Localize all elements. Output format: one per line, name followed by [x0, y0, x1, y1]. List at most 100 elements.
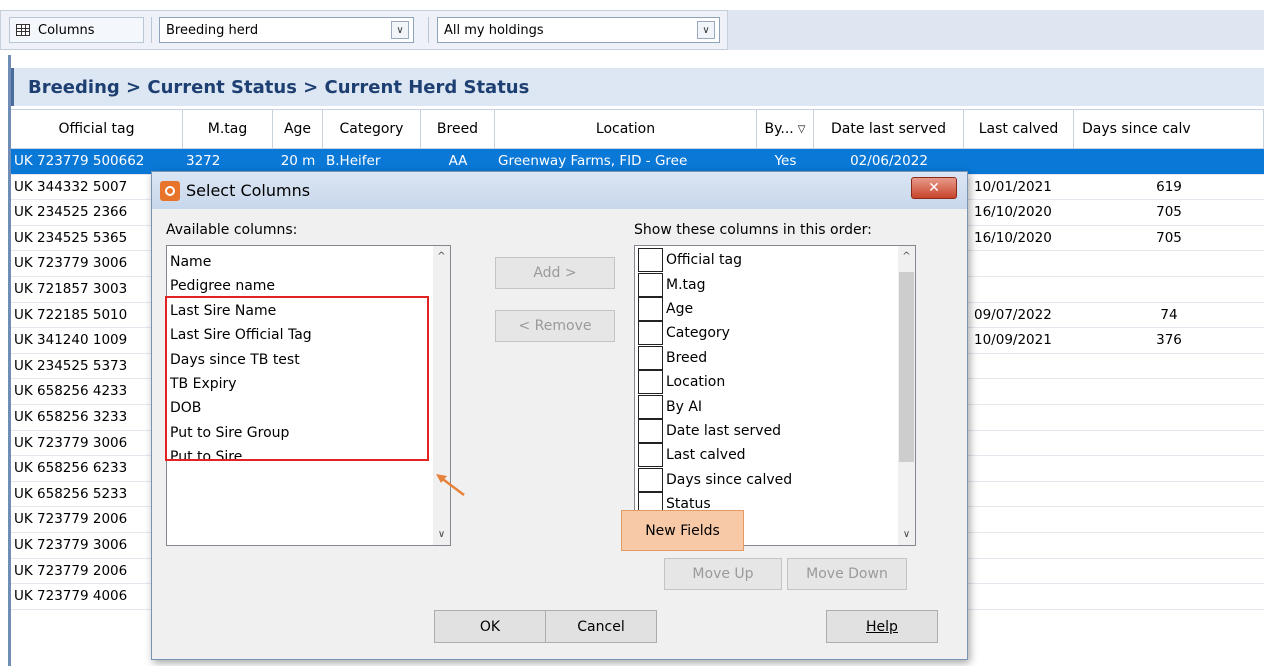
col-mtag[interactable]: M.tag — [183, 110, 273, 148]
chevron-down-icon[interactable]: ∨ — [697, 21, 715, 39]
new-fields-callout: New Fields — [621, 510, 744, 551]
list-item-label: Category — [666, 325, 730, 342]
list-item[interactable]: Official tag — [638, 248, 915, 273]
checkbox[interactable] — [638, 321, 663, 346]
scroll-up-icon[interactable]: ^ — [898, 248, 915, 265]
grid-icon — [16, 24, 30, 36]
herd-combo[interactable]: Breeding herd ∨ — [159, 17, 414, 43]
scroll-thumb[interactable] — [899, 272, 914, 462]
breadcrumb: Breeding > Current Status > Current Herd… — [11, 68, 1264, 106]
list-item[interactable]: Date last served — [638, 418, 915, 443]
herd-combo-value: Breeding herd — [166, 22, 259, 38]
filter-icon[interactable]: ▽ — [798, 124, 806, 135]
chevron-down-icon[interactable]: ∨ — [391, 21, 409, 39]
table-cell: Yes — [774, 153, 797, 169]
grid-header: Official tag M.tag Age Category Breed Lo… — [11, 109, 1264, 149]
checkbox[interactable] — [638, 467, 663, 492]
add-button[interactable]: Add > — [495, 257, 615, 289]
checkbox[interactable] — [638, 248, 663, 273]
help-button[interactable]: Help — [826, 610, 938, 643]
col-category[interactable]: Category — [323, 110, 421, 148]
table-cell — [1074, 405, 1264, 430]
list-item[interactable]: Last calved — [638, 443, 915, 468]
table-cell: 10/01/2021 — [974, 178, 1052, 195]
columns-button[interactable]: Columns — [9, 17, 144, 43]
table-cell — [1074, 559, 1264, 584]
table-cell — [964, 482, 1074, 507]
list-item-label: By AI — [666, 398, 703, 415]
col-age[interactable]: Age — [273, 110, 323, 148]
ok-button[interactable]: OK — [434, 610, 546, 643]
checkbox[interactable] — [638, 394, 663, 419]
checkbox[interactable] — [638, 370, 663, 395]
close-button[interactable]: ✕ — [911, 177, 957, 199]
checkbox[interactable] — [638, 296, 663, 321]
col-breed[interactable]: Breed — [421, 110, 495, 148]
holdings-combo-value: All my holdings — [444, 22, 544, 38]
table-cell — [1074, 354, 1264, 379]
available-columns-label: Available columns: — [166, 222, 298, 238]
scroll-down-icon[interactable]: ∨ — [898, 526, 915, 543]
show-columns-label: Show these columns in this order: — [634, 222, 872, 238]
list-item[interactable]: By AI — [638, 394, 915, 419]
col-last-calved[interactable]: Last calved — [964, 110, 1074, 148]
toolbar-separator — [151, 17, 152, 43]
scroll-down-icon[interactable]: ∨ — [433, 526, 450, 543]
list-item[interactable]: Category — [638, 321, 915, 346]
shown-scrollbar[interactable]: ^ ∨ — [898, 246, 915, 545]
scroll-up-icon[interactable]: ^ — [433, 248, 450, 265]
col-days-since-calved[interactable]: Days since calv — [1074, 110, 1264, 148]
list-item-label: Official tag — [666, 252, 743, 269]
checkbox[interactable] — [638, 345, 663, 370]
table-cell — [964, 507, 1074, 532]
table-cell: UK 723779 500662 — [14, 153, 145, 169]
table-cell: 20 m — [280, 153, 316, 169]
checkbox[interactable] — [638, 272, 663, 297]
move-down-button[interactable]: Move Down — [787, 558, 907, 590]
remove-button[interactable]: < Remove — [495, 310, 615, 342]
dialog-title: Select Columns — [186, 181, 311, 200]
table-cell — [964, 456, 1074, 481]
table-cell: 74 — [1160, 306, 1178, 323]
table-cell: AA — [448, 153, 468, 169]
move-up-button[interactable]: Move Up — [664, 558, 782, 590]
list-item[interactable]: Breed — [638, 345, 915, 370]
columns-label: Columns — [38, 22, 95, 38]
list-item[interactable]: M.tag — [638, 272, 915, 297]
table-cell: 619 — [1156, 178, 1182, 195]
list-item-label: Date last served — [666, 422, 782, 439]
table-cell: 705 — [1156, 229, 1182, 246]
list-item[interactable]: Location — [638, 370, 915, 395]
table-cell — [964, 354, 1074, 379]
col-by-ai[interactable]: By... ▽ — [757, 110, 814, 148]
list-item-label: M.tag — [666, 276, 706, 293]
table-cell — [964, 405, 1074, 430]
col-date-last-served[interactable]: Date last served — [814, 110, 964, 148]
list-item[interactable]: Age — [638, 296, 915, 321]
checkbox[interactable] — [638, 418, 663, 443]
cancel-button[interactable]: Cancel — [545, 610, 657, 643]
available-scrollbar[interactable]: ^ ∨ — [433, 246, 450, 545]
col-location[interactable]: Location — [495, 110, 757, 148]
table-cell — [1074, 456, 1264, 481]
table-cell: 376 — [1156, 332, 1182, 349]
table-cell — [964, 379, 1074, 404]
table-cell: 16/10/2020 — [974, 229, 1052, 246]
col-official-tag[interactable]: Official tag — [11, 110, 183, 148]
list-item-label: Days since calved — [666, 471, 793, 488]
table-cell: 09/07/2022 — [974, 306, 1052, 323]
table-cell: Greenway Farms, FID - Gree — [498, 153, 688, 169]
toolbar: Columns Breeding herd ∨ All my holdings … — [0, 10, 728, 50]
arrow-icon — [436, 474, 465, 496]
dialog-title-bar[interactable]: Select Columns ✕ — [152, 172, 967, 209]
checkbox[interactable] — [638, 443, 663, 468]
table-cell: 3272 — [186, 153, 221, 169]
shown-columns-list[interactable]: Official tag M.tag Age Category Breed Locatio… — [634, 245, 916, 546]
holdings-combo[interactable]: All my holdings ∨ — [437, 17, 720, 43]
list-item[interactable]: Days since calved — [638, 467, 915, 492]
table-cell — [1074, 507, 1264, 532]
table-cell: 02/06/2022 — [850, 153, 928, 169]
list-item[interactable]: Name — [167, 250, 450, 274]
new-fields-highlight — [165, 296, 429, 461]
table-cell — [964, 559, 1074, 584]
